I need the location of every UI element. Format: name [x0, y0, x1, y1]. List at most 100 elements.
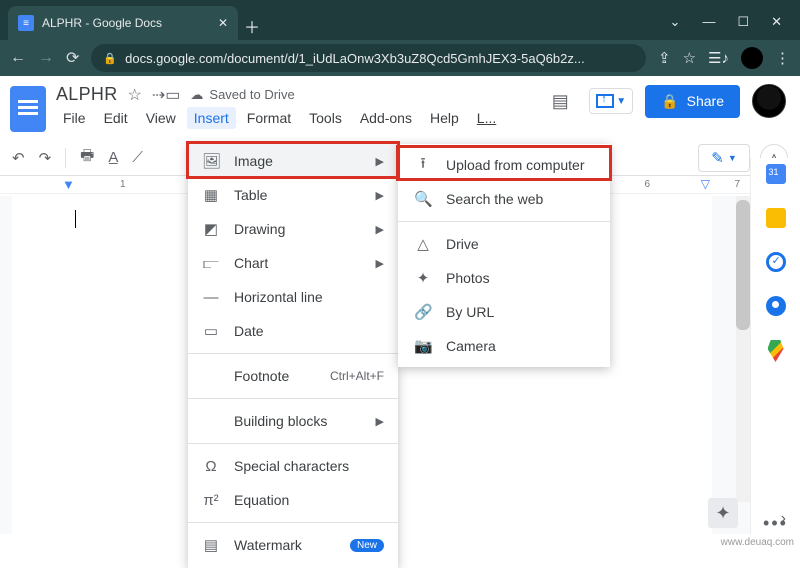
menu-help[interactable]: Help — [423, 107, 466, 129]
upload-icon: ⭱ — [414, 153, 432, 178]
keep-icon[interactable] — [766, 208, 786, 228]
new-tab-button[interactable]: ＋ — [238, 12, 266, 40]
extension-avatar-icon[interactable] — [741, 47, 763, 69]
search-icon: 🔍 — [414, 190, 432, 208]
drawing-icon: ◩ — [202, 220, 220, 238]
share-button[interactable]: 🔒 Share — [645, 85, 740, 118]
image-submenu: ⭱ Upload from computer 🔍Search the web △ D… — [398, 144, 610, 367]
side-panel: ••• — [750, 158, 800, 534]
move-doc-icon[interactable]: ⇢▭ — [152, 85, 181, 105]
date-icon: ▭ — [202, 322, 220, 340]
menu-item-label: By URL — [446, 304, 494, 320]
pi-icon: π² — [202, 492, 220, 509]
menu-item-label: Camera — [446, 338, 496, 354]
menu-overflow[interactable]: L... — [470, 107, 503, 129]
maximize-icon[interactable]: ☐ — [737, 14, 749, 30]
menu-item-chart[interactable]: ⫍Chart▶ — [188, 246, 398, 280]
menu-insert[interactable]: Insert — [187, 107, 236, 129]
submenu-drive[interactable]: △ Drive — [398, 227, 610, 261]
editing-mode-button[interactable]: ✎ ▼ — [698, 144, 750, 172]
submenu-search-web[interactable]: 🔍Search the web — [398, 182, 610, 216]
chart-icon: ⫍ — [202, 255, 220, 272]
submenu-camera[interactable]: 📷Camera — [398, 329, 610, 363]
explore-button[interactable]: ✦ — [708, 498, 738, 528]
menu-file[interactable]: File — [56, 107, 93, 129]
menu-item-image[interactable]: 🖼Image▶ — [188, 144, 398, 178]
maps-icon[interactable] — [768, 340, 784, 362]
menu-item-label: Footnote — [234, 368, 289, 384]
close-window-icon[interactable]: ✕ — [771, 14, 782, 30]
menu-item-label: Drive — [446, 236, 479, 252]
menu-format[interactable]: Format — [240, 107, 298, 129]
right-indent-marker-icon[interactable]: ▽ — [701, 177, 710, 191]
insert-menu-dropdown: 🖼Image▶ ▦Table▶ ◩Drawing▶ ⫍Chart▶ —Horiz… — [188, 144, 398, 568]
minimize-icon[interactable]: — — [702, 14, 715, 30]
menu-item-label: Date — [234, 323, 264, 339]
url-box[interactable]: 🔒 docs.google.com/document/d/1_iUdLaOnw3… — [91, 44, 646, 72]
source-watermark: www.deuaq.com — [721, 537, 794, 548]
menu-item-label: Chart — [234, 255, 268, 271]
menu-item-label: Special characters — [234, 458, 349, 474]
account-avatar[interactable] — [752, 84, 786, 118]
image-icon: 🖼 — [202, 152, 220, 170]
hr-icon: — — [202, 289, 220, 306]
watermark-icon: ▤ — [202, 536, 220, 554]
menu-bar: File Edit View Insert Format Tools Add-o… — [56, 107, 503, 129]
menu-item-label: Building blocks — [234, 413, 327, 429]
present-button[interactable]: ▼ — [589, 88, 633, 114]
menu-item-watermark[interactable]: ▤WatermarkNew — [188, 528, 398, 562]
comments-icon[interactable]: ▤ — [543, 84, 577, 118]
star-doc-icon[interactable]: ☆ — [128, 85, 142, 105]
submenu-by-url[interactable]: 🔗By URL — [398, 295, 610, 329]
forward-icon[interactable]: → — [38, 49, 54, 67]
caret-down-icon: ▼ — [616, 96, 626, 107]
menu-view[interactable]: View — [139, 107, 183, 129]
calendar-icon[interactable] — [766, 164, 786, 184]
lock-icon: 🔒 — [103, 52, 117, 65]
drive-icon: △ — [414, 235, 432, 253]
tasks-icon[interactable] — [766, 252, 786, 272]
menu-item-label: Upload from computer — [446, 157, 585, 173]
redo-icon[interactable]: ↷ — [39, 149, 52, 167]
hide-sidepanel-icon[interactable]: › — [781, 510, 786, 528]
chevron-down-icon[interactable]: ⌄ — [670, 14, 681, 30]
reload-icon[interactable]: ⟳ — [66, 48, 79, 68]
menu-item-date[interactable]: ▭ Date — [188, 314, 398, 348]
menu-addons[interactable]: Add-ons — [353, 107, 419, 129]
close-tab-icon[interactable]: ✕ — [218, 16, 228, 30]
menu-item-drawing[interactable]: ◩Drawing▶ — [188, 212, 398, 246]
menu-edit[interactable]: Edit — [97, 107, 135, 129]
menu-item-label: Photos — [446, 270, 490, 286]
doc-title[interactable]: ALPHR — [56, 84, 118, 105]
docs-logo[interactable] — [10, 86, 46, 132]
menu-item-table[interactable]: ▦Table▶ — [188, 178, 398, 212]
kebab-menu-icon[interactable]: ⋮ — [775, 49, 790, 67]
lock-share-icon: 🔒 — [661, 93, 678, 110]
browser-tab[interactable]: ≡ ALPHR - Google Docs ✕ — [8, 6, 238, 40]
saved-label: Saved to Drive — [209, 87, 294, 102]
shortcut-label: Ctrl+Alt+F — [330, 369, 384, 383]
star-icon[interactable]: ☆ — [683, 49, 696, 67]
print-icon[interactable]: 🖶 — [80, 145, 94, 170]
spellcheck-icon[interactable]: A̲ — [108, 149, 118, 166]
menu-item-special-chars[interactable]: ΩSpecial characters — [188, 449, 398, 483]
paint-format-icon[interactable]: ⟋ — [132, 149, 143, 166]
contacts-icon[interactable] — [766, 296, 786, 316]
submenu-photos[interactable]: ✦Photos — [398, 261, 610, 295]
menu-item-hr[interactable]: — Horizontal line — [188, 280, 398, 314]
menu-item-label: Equation — [234, 492, 289, 508]
menu-item-building-blocks[interactable]: Building blocks▶ — [188, 404, 398, 438]
menu-item-equation[interactable]: π² Equation — [188, 483, 398, 517]
menu-item-label: Horizontal line — [234, 289, 323, 305]
share-label: Share — [687, 93, 724, 109]
menu-tools[interactable]: Tools — [302, 107, 349, 129]
reading-list-icon[interactable]: ☰♪ — [708, 49, 729, 67]
saved-status[interactable]: ☁ Saved to Drive — [190, 87, 294, 103]
share-page-icon[interactable]: ⇪ — [658, 49, 671, 67]
indent-marker-icon[interactable]: ▼ — [62, 177, 75, 192]
back-icon[interactable]: ← — [10, 49, 26, 67]
submenu-upload-from-computer[interactable]: ⭱ Upload from computer — [398, 148, 610, 182]
undo-icon[interactable]: ↶ — [12, 149, 25, 167]
menu-item-footnote[interactable]: Footnote Ctrl+Alt+F — [188, 359, 398, 393]
scrollbar-thumb[interactable] — [736, 200, 750, 330]
